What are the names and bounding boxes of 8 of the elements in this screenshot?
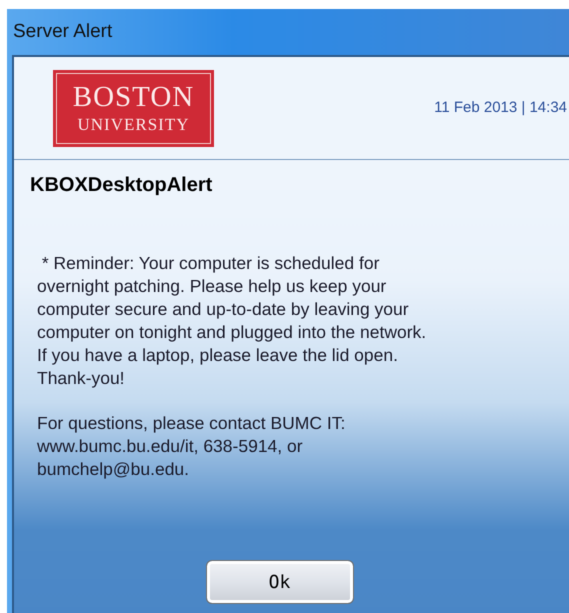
message-paragraph: For questions, please contact BUMC IT: www.bumc.bu.edu/it, 638-5914, or bumchelp@bu.edu. — [37, 412, 346, 481]
ok-button[interactable]: Ok — [206, 561, 352, 603]
logo-text: UNIVERSITY — [78, 116, 190, 133]
window-title: Server Alert — [13, 20, 112, 44]
logo-text: BOSTON — [72, 83, 194, 112]
message-paragraph: * Reminder: Your computer is scheduled for overnight patching. Please help us keep your computer secure and up-to-date by leaving your computer on tonight and plugged into the network. If you have a laptop, please leave the lid open. Thank-you! — [37, 252, 428, 390]
timestamp: 11 Feb 2013 | 14:34 — [434, 98, 567, 118]
alert-title: KBOXDesktopAlert — [30, 173, 214, 198]
